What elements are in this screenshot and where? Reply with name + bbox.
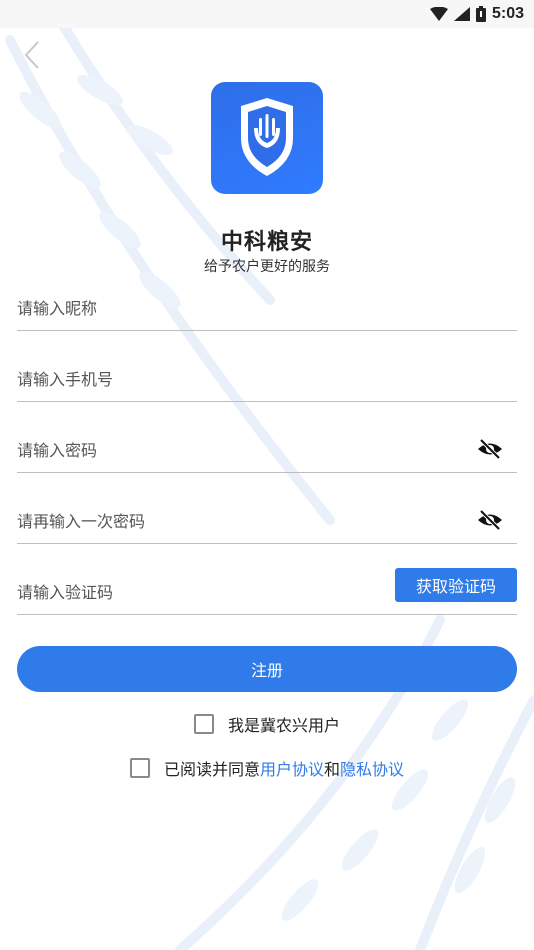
and-text: 和 — [324, 760, 341, 779]
phone-field — [17, 357, 517, 402]
nickname-input[interactable] — [17, 292, 457, 324]
user-agreement-link[interactable]: 用户协议 — [260, 756, 324, 780]
app-logo — [211, 82, 323, 194]
agreement-prefix: 已阅读并同意 — [163, 760, 260, 779]
confirm-password-field — [17, 499, 517, 544]
back-button[interactable] — [18, 38, 48, 72]
back-arrow-icon — [24, 41, 39, 69]
app-logo-icon — [241, 98, 293, 176]
battery-icon — [475, 6, 486, 22]
app-name: 中科粮安 — [220, 230, 313, 255]
register-button[interactable]: 注册 — [17, 646, 517, 692]
status-time: 5:03 — [491, 5, 524, 22]
wifi-icon — [429, 7, 448, 21]
jinongxing-user-label: 我是冀农兴用户 — [227, 716, 340, 735]
verification-code-field: 获取验证码 — [17, 568, 517, 615]
verification-code-input[interactable] — [17, 576, 377, 608]
jinongxing-user-row: 我是冀农兴用户 — [0, 712, 534, 736]
confirm-password-visibility-toggle[interactable] — [477, 509, 503, 531]
eye-off-icon — [478, 509, 502, 531]
status-bar: 5:03 — [0, 0, 534, 28]
password-input[interactable] — [17, 434, 457, 466]
nickname-field — [17, 286, 517, 331]
get-code-button[interactable]: 获取验证码 — [395, 568, 517, 602]
agreement-checkbox[interactable] — [129, 758, 150, 778]
signal-icon — [453, 7, 470, 21]
password-visibility-toggle[interactable] — [477, 438, 503, 460]
jinongxing-user-checkbox[interactable] — [193, 714, 214, 734]
phone-input[interactable] — [17, 363, 457, 395]
confirm-password-input[interactable] — [17, 505, 457, 537]
app-tagline: 给予农户更好的服务 — [204, 259, 330, 275]
eye-off-icon — [478, 438, 502, 460]
agreement-row: 已阅读并同意 用户协议 和 隐私协议 — [0, 756, 534, 780]
password-field — [17, 428, 517, 473]
privacy-link[interactable]: 隐私协议 — [340, 756, 404, 780]
